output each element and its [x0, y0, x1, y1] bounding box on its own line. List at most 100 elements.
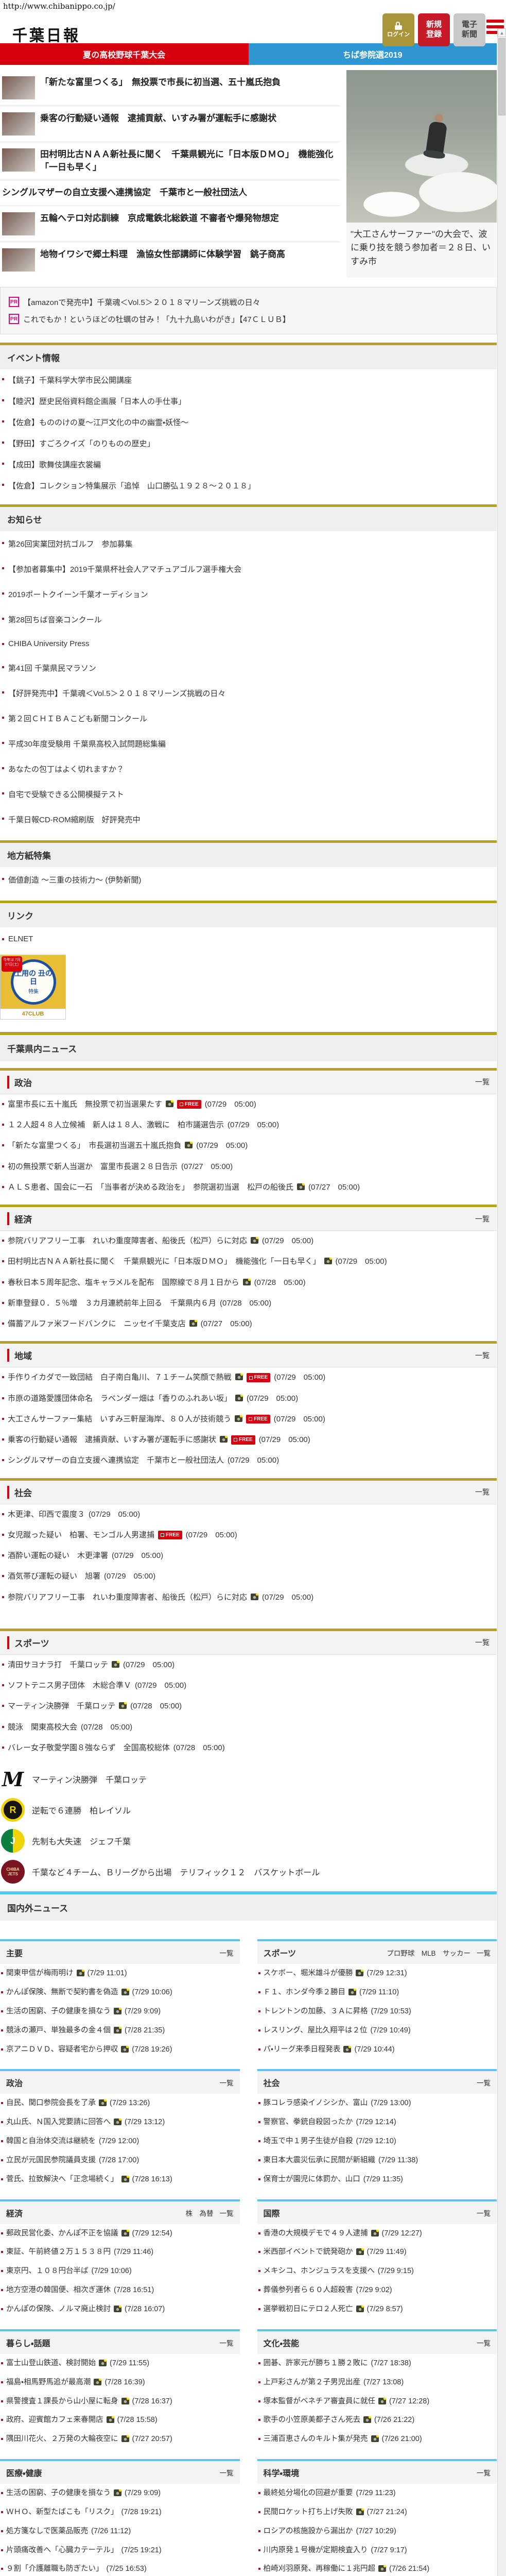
list-link[interactable]: 一覧 [220, 2077, 234, 2088]
news-item[interactable]: 柏崎刈羽原発、再稼働に１兆円超 (7/26 21:54) [257, 2560, 497, 2576]
news-item[interactable]: 政府、迎賓館カフェ来春開店 (7/28 15:58) [0, 2411, 240, 2430]
news-item[interactable]: 関東甲信が梅雨明け (7/29 11:01) [0, 1964, 240, 1983]
news-item[interactable]: 市原の道路愛護団体命名 ラベンダー畑は「香りのふれあい坂」 (07/29 05:… [0, 1388, 497, 1409]
news-item[interactable]: 県警捜査１課長から山小屋に転身 (7/28 16:37) [0, 2392, 240, 2411]
site-logo[interactable]: 千葉日報 [12, 23, 80, 46]
news-item[interactable]: マーティン決勝弾 千葉ロッテ (07/28 05:00) [0, 1696, 497, 1717]
event-item[interactable]: 【佐倉】もののけの夏～江戸文化の中の幽霊・妖怪～ [0, 412, 497, 433]
news-item[interactable]: 葬儀参列者ら６０人超殺害 (7/29 9:02) [257, 2281, 497, 2300]
list-link[interactable]: 一覧 [475, 1077, 490, 1087]
top-news-item[interactable]: シングルマザーの自立支援へ連携協定 千葉市と一般社団法人 [0, 180, 340, 206]
news-item[interactable]: 東日本大震災伝承に民間が新組織 (7/29 11:38) [257, 2151, 497, 2170]
pr-item[interactable]: PR これでもか！というほどの牡蠣の甘み！「九十九島いわがき」【47ＣＬＵＢ】 [9, 311, 488, 328]
news-item[interactable]: 埼玉で中１男子生徒が自殺 (7/29 12:10) [257, 2132, 497, 2151]
news-item[interactable]: 京アニＤＶＤ、容疑者宅から押収 (7/28 19:26) [0, 2040, 240, 2059]
team-row-reysol[interactable]: R 逆転で６連勝 柏レイソル [0, 1794, 497, 1825]
news-item[interactable]: 立民が元国民参院議員支援 (7/28 17:00) [0, 2151, 240, 2170]
news-item[interactable]: 生活の困窮、子の健康を損なう (7/29 9:09) [0, 2484, 240, 2503]
tab-sangiin-election[interactable]: ちば参院選2019 [248, 43, 497, 65]
news-item[interactable]: 隅田川花火、２万発の大輪夜空に (7/27 20:57) [0, 2430, 240, 2449]
news-item[interactable]: ロシアの核施設から漏出か (7/27 10:29) [257, 2522, 497, 2541]
event-item[interactable]: 【佐倉】コレクション特集展示「追悼 山口勝弘１９２８～２０１８」 [0, 475, 497, 496]
news-item[interactable]: 競泳の瀬戸、単独最多の金４個 (7/28 21:35) [0, 2021, 240, 2040]
list-link[interactable]: 一覧 [477, 2077, 491, 2088]
event-item[interactable]: 【野田】すごろクイズ「のりものの歴史」 [0, 433, 497, 454]
sports-sub-links[interactable]: プロ野球 MLB サッカー [387, 1947, 470, 1958]
news-item[interactable]: 新車登録０．５％増 ３カ月連続前年上回る 千葉県内６月 (07/28 05:00… [0, 1293, 497, 1314]
news-item[interactable]: 三浦百恵さんのキルト集が発売 (7/26 21:00) [257, 2430, 497, 2449]
notice-item[interactable]: CHIBA University Press [0, 632, 497, 655]
notice-item[interactable]: 第28回ちば音楽コンクール [0, 607, 497, 632]
news-item[interactable]: 片頭痛改善へ「心臓カテーテル」 (7/25 19:21) [0, 2541, 240, 2560]
news-item[interactable]: 参院バリアフリー工事 れいわ重度障害者、船後氏（松戸）らに対応 (07/29 0… [0, 1587, 497, 1608]
news-item[interactable]: 選挙戦初日にテロ２人死亡 (7/29 8:57) [257, 2300, 497, 2319]
news-item[interactable]: 備蓄アルファ米フードバンクに ニッセイ千葉支店 (07/27 05:00) [0, 1314, 497, 1334]
news-item[interactable]: 「新たな富里つくる」 市長選初当選五十嵐氏抱負 (07/29 05:00) [0, 1136, 497, 1156]
news-item[interactable]: 参院バリアフリー工事 れいわ重度障害者、船後氏（松戸）らに対応 (07/29 0… [0, 1231, 497, 1251]
list-link[interactable]: 一覧 [475, 1350, 490, 1361]
news-item[interactable]: 韓国と自治体交流は継続を (7/29 12:00) [0, 2132, 240, 2151]
news-item[interactable]: 民間ロケット打ち上げ失敗 (7/27 21:24) [257, 2503, 497, 2522]
browser-scrollbar[interactable]: ▲ [497, 28, 506, 2576]
scroll-up-arrow-icon[interactable]: ▲ [498, 28, 506, 37]
top-news-item[interactable]: 乗客の行動疑い通報 逮捕貢献、いすみ署が運転手に感謝状 [0, 106, 340, 142]
news-item[interactable]: 清田サヨナラ打 千葉ロッテ (07/29 05:00) [0, 1655, 497, 1675]
news-item[interactable]: １２人超４８人立候補 新人は１８人、激戦に 柏市議選告示 (07/29 05:0… [0, 1115, 497, 1136]
list-link[interactable]: 一覧 [220, 2467, 234, 2478]
news-item[interactable]: かんぽの保険、ノルマ廃止検討 (7/28 16:07) [0, 2300, 240, 2319]
notice-item[interactable]: 第２回ＣＨＩＢＡこども新聞コンクール [0, 706, 497, 731]
news-item[interactable]: 酒酔い運転の疑い 木更津署 (07/29 05:00) [0, 1546, 497, 1566]
link-item[interactable]: ELNET [0, 927, 497, 951]
epaper-button[interactable]: 電子 新聞 [453, 13, 485, 46]
list-link[interactable]: 一覧 [477, 2467, 491, 2478]
news-item[interactable]: 囲碁、許家元が勝ち１勝２敗に (7/27 18:38) [257, 2354, 497, 2373]
stock-fx-links[interactable]: 株 為替 [186, 2208, 214, 2218]
notice-item[interactable]: 自宅で受験できる公開模擬テスト [0, 782, 497, 807]
news-item[interactable]: 手作りイカダで一致団結 白子南白亀川、７１チーム笑顔で熱戦 FREE (07/2… [0, 1367, 497, 1388]
news-item[interactable]: パ・リーグ来季日程発表 (7/29 10:44) [257, 2040, 497, 2059]
news-item[interactable]: 最終処分場化の回避が重要 (7/29 11:23) [257, 2484, 497, 2503]
login-button[interactable]: ログイン [382, 13, 414, 46]
notice-item[interactable]: 第26回実業団対抗ゴルフ 参加募集 [0, 531, 497, 556]
news-item[interactable]: 田村明比古ＮＡＡ新社長に聞く 千葉県観光に「日本版ＤＭＯ」 機能強化「一日も早く… [0, 1251, 497, 1272]
news-item[interactable]: 富里市長に五十嵐氏 無投票で初当選果たす FREE (07/29 05:00) [0, 1094, 497, 1115]
news-item[interactable]: 豚コレラ感染イノシシか、富山 (7/29 13:00) [257, 2094, 497, 2113]
news-item[interactable]: メキシコ、ホンジュラスを支援へ (7/29 9:15) [257, 2262, 497, 2281]
list-link[interactable]: 一覧 [220, 1947, 234, 1958]
event-item[interactable]: 【睦沢】歴史民俗資料館企画展「日本人の手仕事」 [0, 391, 497, 412]
scrollbar-thumb[interactable] [498, 38, 505, 115]
news-item[interactable]: 川内原発１号機が定期検査入り (7/27 9:17) [257, 2541, 497, 2560]
news-item[interactable]: 警察官、拳銃自殺図ったか (7/29 12:14) [257, 2113, 497, 2132]
news-item[interactable]: ＡＬＳ患者、国会に一石 「当事者が決める政治を」 参院選初当選 松戸の船後氏 (… [0, 1177, 497, 1198]
news-item[interactable]: 郵政民営化委、かんぽ不正を協議 (7/29 12:54) [0, 2224, 240, 2243]
top-news-item[interactable]: 「新たな富里つくる」 無投票で市長に初当選、五十嵐氏抱負 [0, 70, 340, 106]
news-item[interactable]: ９割「介護離職も防ぎたい」 (7/25 16:53) [0, 2560, 240, 2576]
news-item[interactable]: 丸山氏、Ｎ国入党要請に回答へ (7/29 13:12) [0, 2113, 240, 2132]
news-item[interactable]: 地方空港の韓国便、相次ぎ運休 (7/28 16:51) [0, 2281, 240, 2300]
regional-item[interactable]: 価値創造 ～三重の技術力～ (伊勢新聞) [0, 867, 497, 892]
news-item[interactable]: ソフトテニス男子団体 木総合準Ｖ (07/29 05:00) [0, 1675, 497, 1696]
list-link[interactable]: 一覧 [220, 2208, 234, 2218]
list-link[interactable]: 一覧 [475, 1637, 490, 1648]
news-item[interactable]: 菅氏、拉致解決へ「正念場続く」 (7/28 16:13) [0, 2170, 240, 2189]
notice-item[interactable]: あなたの包丁はよく切れますか？ [0, 756, 497, 782]
notice-item[interactable]: 【好評発売中】千葉魂＜Vol.5＞２０１８マリーンズ挑戦の日々 [0, 681, 497, 706]
news-item[interactable]: Ｆ１、ホンダ今季２勝目 (7/29 11:10) [257, 1983, 497, 2002]
news-item[interactable]: 歌手の小笠原美都子さん死去 (7/26 21:22) [257, 2411, 497, 2430]
news-item[interactable]: 生活の困窮、子の健康を損なう (7/29 9:09) [0, 2002, 240, 2021]
register-button[interactable]: 新規 登録 [418, 13, 450, 46]
news-item[interactable]: 香港の大規模デモで４９人逮捕 (7/29 12:27) [257, 2224, 497, 2243]
notice-item[interactable]: 2019ポートクイーン千葉オーディション [0, 582, 497, 607]
news-item[interactable]: 富士山登山鉄道、検討開始 (7/29 11:55) [0, 2354, 240, 2373]
news-item[interactable]: バレー女子敬愛学園８強ならず 全国高校総体 (07/28 05:00) [0, 1738, 497, 1758]
tab-highschool-baseball[interactable]: 夏の高校野球千葉大会 [0, 43, 249, 65]
event-item[interactable]: 【銚子】千葉科学大学市民公開講座 [0, 369, 497, 391]
news-item[interactable]: 上戸彩さんが第２子男児出産 (7/27 13:08) [257, 2373, 497, 2392]
list-link[interactable]: 一覧 [477, 2337, 491, 2348]
event-item[interactable]: 【成田】歌舞伎講座衣裳編 [0, 454, 497, 475]
news-item[interactable]: 乗客の行動疑い通報 逮捕貢献、いすみ署が運転手に感謝状 FREE (07/29 … [0, 1430, 497, 1450]
news-item[interactable]: 塚本監督がベネチア審査員に就任 (7/27 12:28) [257, 2392, 497, 2411]
news-item[interactable]: 処方箋なしで医薬品販売 (7/26 11:12) [0, 2522, 240, 2541]
news-item[interactable]: ＷＨＯ、新型たばこも「リスク」 (7/28 19:21) [0, 2503, 240, 2522]
list-link[interactable]: 一覧 [477, 2208, 491, 2218]
